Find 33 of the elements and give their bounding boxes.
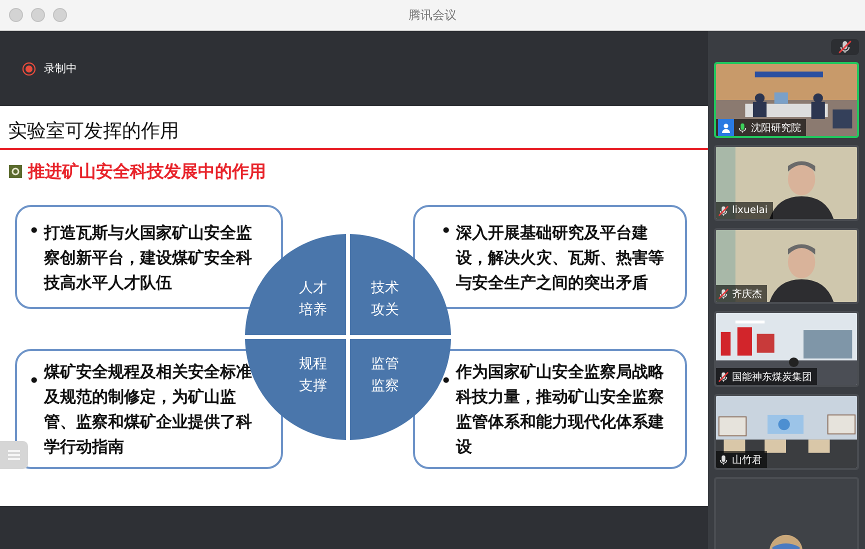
video-tile[interactable]: 国能神东煤炭集团 xyxy=(714,311,859,387)
list-button[interactable] xyxy=(0,441,28,469)
window-title: 腾讯会议 xyxy=(408,6,456,24)
bullet: • xyxy=(29,221,40,240)
card-text: 作为国家矿山安全监察局战略科技力量，推动矿山安全监察监管体系和能力现代化体系建设 xyxy=(456,361,666,458)
list-icon xyxy=(7,449,21,461)
video-tile[interactable]: 齐庆杰 xyxy=(714,228,859,304)
quadrant-label: 规程 支撑 xyxy=(299,356,327,394)
mute-button[interactable] xyxy=(831,39,859,55)
recording-label: 录制中 xyxy=(44,61,77,76)
video-tile[interactable]: 沈阳研究院 xyxy=(714,62,859,138)
bullet: • xyxy=(29,371,40,390)
quadrant-label: 监管 监察 xyxy=(371,356,399,394)
participant-name: lixuelai xyxy=(732,205,768,216)
slide-title: 实验室可发挥的作用 xyxy=(0,106,708,150)
bullet: • xyxy=(441,221,452,240)
user-icon xyxy=(718,119,734,136)
bullet: • xyxy=(441,371,452,390)
quadrant-label: 技术 攻关 xyxy=(371,280,399,318)
participant-name: 齐庆杰 xyxy=(732,288,762,300)
card-text: 煤矿安全规程及相关安全标准及规范的制修定，为矿山监管、监察和煤矿企业提供了科学行动指南 xyxy=(44,361,254,458)
participant-name: 国能神东煤炭集团 xyxy=(732,370,812,384)
card-text: 打造瓦斯与火国家矿山安全监察创新平台，建设煤矿安全科技高水平人才队伍 xyxy=(44,222,254,294)
video-tile[interactable]: lixuelai xyxy=(714,145,859,221)
slide-subtitle: 推进矿山安全科技发展中的作用 xyxy=(28,161,266,183)
quadrant-label: 人才 培养 xyxy=(299,280,327,318)
maximize-button[interactable] xyxy=(53,8,67,22)
close-button[interactable] xyxy=(9,8,23,22)
card-text: 深入开展基础研究及平台建设，解决火灾、瓦斯、热害等与安全生产之间的突出矛盾 xyxy=(456,222,666,294)
minimize-button[interactable] xyxy=(31,8,45,22)
video-tile[interactable]: 山竹君 xyxy=(714,394,859,470)
participant-name: 沈阳研究院 xyxy=(751,122,801,134)
participant-name: 山竹君 xyxy=(732,454,762,466)
